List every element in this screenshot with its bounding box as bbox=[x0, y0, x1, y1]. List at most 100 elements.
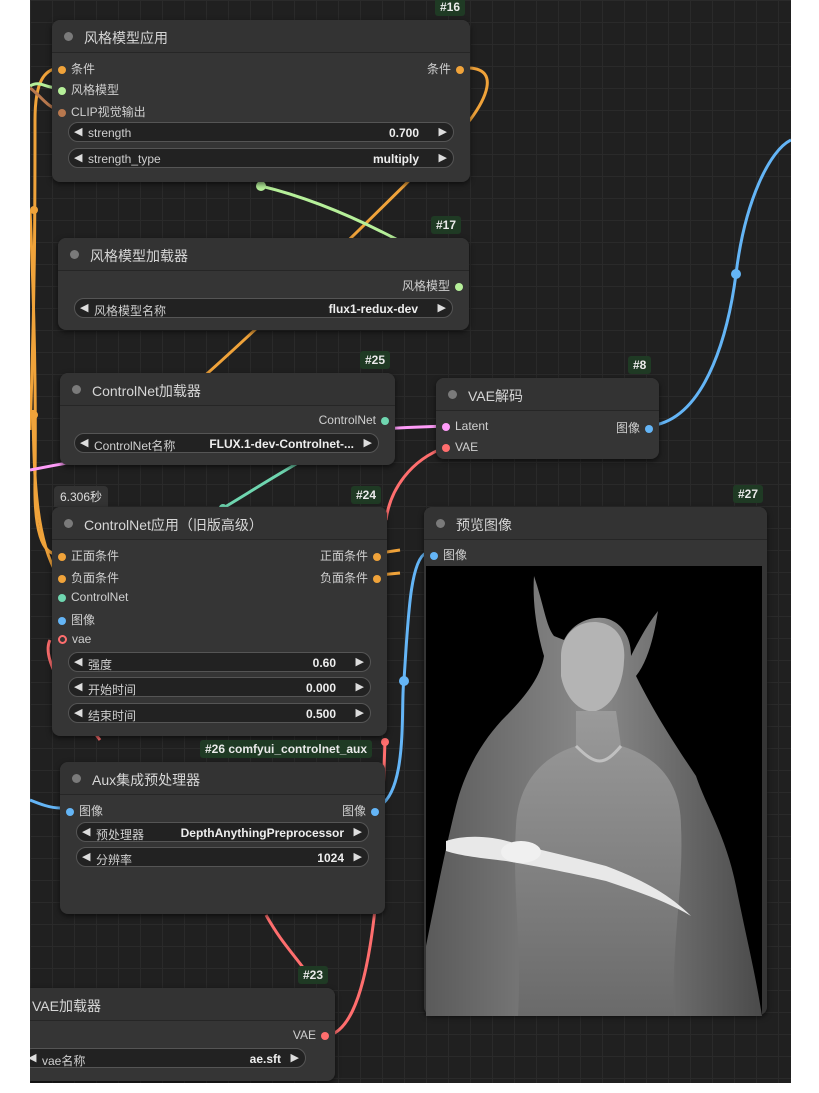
input-slot-clip-vision[interactable]: CLIP视觉输出 bbox=[58, 103, 146, 120]
collapse-toggle-dot[interactable] bbox=[64, 32, 73, 41]
vae-decode-node[interactable]: VAE解码 Latent VAE 图像 bbox=[436, 378, 659, 459]
widget-label: 预处理器 bbox=[96, 828, 145, 842]
input-slot-controlnet[interactable]: ControlNet bbox=[58, 590, 128, 604]
slot-dot-icon bbox=[58, 574, 66, 583]
vae-loader-node[interactable]: VAE加载器 VAE ◀ vae名称 ae.sft ▶ bbox=[30, 988, 335, 1081]
controlnet-loader-node[interactable]: ControlNet加载器 ControlNet ◀ ControlNet名称 … bbox=[60, 373, 395, 465]
increment-arrow-icon[interactable]: ▶ bbox=[356, 655, 364, 668]
input-slot-image[interactable]: 图像 bbox=[58, 611, 95, 628]
input-slot-latent[interactable]: Latent bbox=[442, 419, 488, 433]
output-slot-vae[interactable]: VAE bbox=[293, 1028, 329, 1042]
strength-widget[interactable]: ◀ strength 0.700 ▶ bbox=[68, 122, 454, 142]
node-id-badge-26: #26 comfyui_controlnet_aux bbox=[200, 740, 373, 758]
collapse-toggle-dot[interactable] bbox=[448, 390, 457, 399]
slot-label: 正面条件 bbox=[71, 549, 120, 563]
node-header[interactable]: VAE解码 bbox=[436, 378, 659, 411]
input-slot-positive[interactable]: 正面条件 bbox=[58, 547, 119, 564]
input-slot-style-model[interactable]: 风格模型 bbox=[58, 81, 119, 98]
output-slot-controlnet[interactable]: ControlNet bbox=[319, 413, 389, 427]
style-model-name-widget[interactable]: ◀ 风格模型名称 flux1-redux-dev ▶ bbox=[74, 298, 453, 318]
node-header[interactable]: ControlNet加载器 bbox=[60, 373, 395, 406]
node-header[interactable]: 预览图像 bbox=[424, 507, 767, 540]
aux-preprocessor-node[interactable]: Aux集成预处理器 图像 图像 ◀ 预处理器 DepthAnythingPrep… bbox=[60, 762, 385, 914]
output-slot-image[interactable]: 图像 bbox=[342, 802, 379, 819]
node-id-badge-27: #27 bbox=[733, 485, 764, 503]
input-slot-image[interactable]: 图像 bbox=[66, 802, 103, 819]
preprocessor-select-widget[interactable]: ◀ 预处理器 DepthAnythingPreprocessor ▶ bbox=[76, 822, 369, 842]
node-header[interactable]: VAE加载器 bbox=[30, 988, 335, 1021]
slot-label: ControlNet bbox=[318, 413, 376, 427]
widget-value: flux1-redux-dev bbox=[328, 302, 418, 316]
output-slot-image[interactable]: 图像 bbox=[616, 419, 653, 436]
decrement-arrow-icon[interactable]: ◀ bbox=[82, 850, 90, 863]
node-title: ControlNet加载器 bbox=[92, 383, 201, 399]
output-slot-conditioning[interactable]: 条件 bbox=[427, 60, 464, 77]
previous-option-icon[interactable]: ◀ bbox=[80, 436, 88, 449]
resolution-widget[interactable]: ◀ 分辨率 1024 ▶ bbox=[76, 847, 369, 867]
strength-widget[interactable]: ◀ 强度 0.60 ▶ bbox=[68, 652, 371, 672]
slot-dot-icon bbox=[321, 1031, 329, 1040]
decrement-arrow-icon[interactable]: ◀ bbox=[74, 680, 82, 693]
input-slot-vae[interactable]: VAE bbox=[442, 440, 478, 454]
slot-dot-icon bbox=[430, 551, 438, 560]
style-model-loader-node[interactable]: 风格模型加载器 风格模型 ◀ 风格模型名称 flux1-redux-dev ▶ bbox=[58, 238, 469, 330]
end-percent-widget[interactable]: ◀ 结束时间 0.500 ▶ bbox=[68, 703, 371, 723]
node-title: ControlNet应用（旧版高级） bbox=[84, 517, 263, 533]
slot-label: Latent bbox=[455, 419, 489, 433]
strength-type-widget[interactable]: ◀ strength_type multiply ▶ bbox=[68, 148, 454, 168]
previous-option-icon[interactable]: ◀ bbox=[74, 151, 82, 164]
previous-option-icon[interactable]: ◀ bbox=[80, 301, 88, 314]
node-title: 风格模型应用 bbox=[84, 30, 168, 46]
widget-value: 0.700 bbox=[388, 126, 419, 140]
style-model-apply-node[interactable]: 风格模型应用 条件 风格模型 CLIP视觉输出 条件 ◀ strength 0.… bbox=[52, 20, 470, 182]
node-header[interactable]: ControlNet应用（旧版高级） bbox=[52, 507, 387, 540]
collapse-toggle-dot[interactable] bbox=[72, 385, 81, 394]
increment-arrow-icon[interactable]: ▶ bbox=[439, 125, 447, 138]
controlnet-apply-advanced-node[interactable]: ControlNet应用（旧版高级） 正面条件 负面条件 ControlNet … bbox=[52, 507, 387, 736]
vae-name-widget[interactable]: ◀ vae名称 ae.sft ▶ bbox=[30, 1048, 306, 1068]
widget-value: 0.000 bbox=[305, 681, 336, 695]
decrement-arrow-icon[interactable]: ◀ bbox=[74, 125, 82, 138]
slot-dot-icon bbox=[66, 807, 74, 816]
increment-arrow-icon[interactable]: ▶ bbox=[356, 680, 364, 693]
node-header[interactable]: 风格模型加载器 bbox=[58, 238, 469, 271]
next-option-icon[interactable]: ▶ bbox=[291, 1051, 299, 1064]
increment-arrow-icon[interactable]: ▶ bbox=[356, 706, 364, 719]
node-header[interactable]: Aux集成预处理器 bbox=[60, 762, 385, 795]
collapse-toggle-dot[interactable] bbox=[436, 519, 445, 528]
decrement-arrow-icon[interactable]: ◀ bbox=[74, 706, 82, 719]
canvas-bottom-edge bbox=[30, 1083, 791, 1093]
collapse-toggle-dot[interactable] bbox=[64, 519, 73, 528]
depth-map-preview-image[interactable] bbox=[426, 566, 762, 1016]
previous-option-icon[interactable]: ◀ bbox=[82, 825, 90, 838]
slot-dot-icon bbox=[58, 65, 66, 74]
slot-label: 负面条件 bbox=[71, 571, 120, 585]
node-header[interactable]: 风格模型应用 bbox=[52, 20, 470, 53]
next-option-icon[interactable]: ▶ bbox=[438, 301, 446, 314]
input-slot-vae[interactable]: vae bbox=[58, 632, 91, 646]
start-percent-widget[interactable]: ◀ 开始时间 0.000 ▶ bbox=[68, 677, 371, 697]
slot-label: vae bbox=[72, 632, 92, 646]
node-title: 风格模型加载器 bbox=[90, 248, 188, 264]
slot-dot-icon bbox=[645, 424, 653, 433]
node-graph-canvas[interactable]: #16 风格模型应用 条件 风格模型 CLIP视觉输出 条件 ◀ strengt… bbox=[30, 0, 791, 1093]
widget-label: 开始时间 bbox=[88, 683, 137, 697]
previous-option-icon[interactable]: ◀ bbox=[30, 1051, 36, 1064]
decrement-arrow-icon[interactable]: ◀ bbox=[74, 655, 82, 668]
output-slot-style-model[interactable]: 风格模型 bbox=[402, 277, 463, 294]
next-option-icon[interactable]: ▶ bbox=[364, 436, 372, 449]
slot-label: 正面条件 bbox=[319, 549, 368, 563]
collapse-toggle-dot[interactable] bbox=[70, 250, 79, 259]
increment-arrow-icon[interactable]: ▶ bbox=[354, 850, 362, 863]
output-slot-positive[interactable]: 正面条件 bbox=[320, 547, 381, 564]
controlnet-name-widget[interactable]: ◀ ControlNet名称 FLUX.1-dev-Controlnet-...… bbox=[74, 433, 379, 453]
node-id-badge-23: #23 bbox=[298, 966, 329, 984]
widget-value: ae.sft bbox=[249, 1052, 281, 1066]
next-option-icon[interactable]: ▶ bbox=[354, 825, 362, 838]
input-slot-conditioning[interactable]: 条件 bbox=[58, 60, 95, 77]
output-slot-negative[interactable]: 负面条件 bbox=[320, 569, 381, 586]
input-slot-negative[interactable]: 负面条件 bbox=[58, 569, 119, 586]
input-slot-image[interactable]: 图像 bbox=[430, 546, 467, 563]
next-option-icon[interactable]: ▶ bbox=[439, 151, 447, 164]
collapse-toggle-dot[interactable] bbox=[72, 774, 81, 783]
